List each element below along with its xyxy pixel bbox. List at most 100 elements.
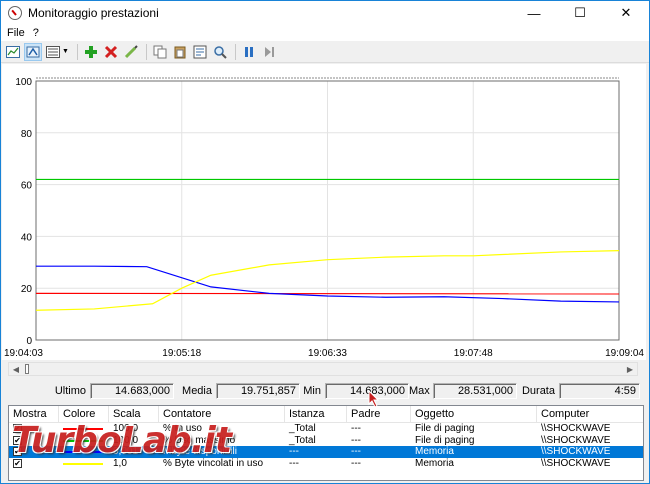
list-header: Mostra Colore Scala Contatore Istanza Pa… [9, 406, 643, 423]
stats-bar: Ultimo 14.683,000 Media 19.751,857 Min 1… [8, 382, 644, 400]
y-tick-label: 40 [21, 232, 33, 243]
duration-value: 4:59 [559, 383, 640, 399]
highlight-icon[interactable] [122, 43, 140, 61]
freeze-icon[interactable] [24, 42, 42, 61]
computer-cell: \\SHOCKWAVE [541, 446, 611, 457]
toolbar-separator [76, 43, 78, 60]
scroll-track[interactable] [23, 363, 623, 375]
col-header-counter[interactable]: Contatore [159, 406, 285, 422]
counter-cell: % Byte vincolati in uso [163, 457, 264, 469]
color-swatch [63, 451, 103, 453]
show-checkbox[interactable]: ✔ [13, 447, 22, 456]
table-row[interactable]: ✔ 0,001 Mbyte disponibili --- --- Memoria \\SH… [9, 446, 643, 458]
show-cell: ✔ [9, 435, 59, 447]
computer-cell: \\SHOCKWAVE [541, 423, 611, 434]
counter-cell: % In uso [163, 423, 202, 434]
scale-cell: 100,0 [113, 423, 139, 434]
min-label: Min [303, 385, 321, 397]
scroll-left-icon[interactable]: ◀ [9, 363, 23, 375]
mouse-cursor-icon [368, 390, 380, 408]
avg-value: 19.751,857 [216, 383, 300, 399]
add-counter-icon[interactable] [82, 43, 100, 61]
parent-cell: --- [351, 446, 361, 457]
x-tick-label: 19:04:03 [4, 348, 43, 359]
color-cell [59, 446, 109, 458]
scale-cell: 100,0 [113, 434, 139, 446]
min-value: 14.683,000 [325, 383, 409, 399]
paste-icon[interactable] [171, 43, 189, 61]
window-controls: — ☐ ✕ [511, 1, 649, 25]
avg-label: Media [182, 385, 212, 397]
scroll-right-icon[interactable]: ▶ [623, 363, 637, 375]
instance-cell: --- [289, 457, 299, 469]
scale-cell: 1,0 [113, 457, 127, 469]
color-swatch [63, 428, 103, 430]
instance-cell: _Total [289, 423, 316, 434]
properties-icon[interactable] [191, 43, 209, 61]
counter-list[interactable]: Mostra Colore Scala Contatore Istanza Pa… [8, 405, 644, 481]
col-header-color[interactable]: Colore [59, 406, 109, 422]
object-cell: File di paging [415, 423, 475, 434]
scroll-thumb[interactable] [25, 364, 29, 374]
object-cell: File di paging [415, 434, 475, 446]
scale-cell: 0,001 [113, 446, 139, 457]
time-scrollbar[interactable]: ◀ ▶ [8, 362, 638, 376]
line-chart: 100 80 60 40 20 019:04:03 19:05:18 19:06:33 19:0… [4, 77, 644, 359]
instance-cell: --- [289, 446, 299, 457]
color-swatch [63, 439, 103, 442]
menu-bar: File ? [1, 25, 649, 41]
maximize-button[interactable]: ☐ [557, 1, 603, 25]
y-tick-label: 60 [21, 181, 33, 192]
menu-file[interactable]: File [5, 27, 31, 39]
counter-cell: % Uso massimo [163, 434, 236, 446]
counter-cell: Mbyte disponibili [163, 446, 237, 457]
computer-cell: \\SHOCKWAVE [541, 434, 611, 446]
show-cell: ✔ [9, 446, 59, 458]
table-row[interactable]: ✔ 1,0 % Byte vincolati in uso --- --- Memoria… [9, 458, 643, 470]
color-cell [59, 423, 109, 435]
max-label: Max [409, 385, 430, 397]
title-bar: Monitoraggio prestazioni — ☐ ✕ [1, 1, 649, 25]
x-tick-label: 19:05:18 [162, 348, 201, 359]
duration-label: Durata [521, 385, 555, 397]
toolbar: ▼ [1, 41, 649, 63]
object-cell: Memoria [415, 457, 454, 469]
y-tick-label: 100 [15, 77, 32, 88]
show-checkbox[interactable]: ✔ [13, 435, 22, 445]
col-header-parent[interactable]: Padre [347, 406, 411, 422]
show-checkbox[interactable]: ✔ [13, 458, 22, 468]
table-row[interactable]: ✔ 100,0 % In uso _Total --- File di paging \\S… [9, 423, 643, 435]
x-tick-label: 19:09:04 [605, 348, 644, 359]
pause-icon[interactable] [240, 43, 258, 61]
col-header-object[interactable]: Oggetto [411, 406, 537, 422]
toolbar-separator [145, 43, 147, 60]
parent-cell: --- [351, 423, 361, 434]
table-row[interactable]: ✔ 100,0 % Uso massimo _Total --- File di pagi… [9, 435, 643, 447]
last-value: 14.683,000 [90, 383, 174, 399]
col-header-instance[interactable]: Istanza [285, 406, 347, 422]
instance-cell: _Total [289, 434, 316, 446]
close-button[interactable]: ✕ [603, 1, 649, 25]
performance-graph: 100 80 60 40 20 0 19:04:03 19:05:18 19:06:33 19:0… [2, 64, 646, 360]
copy-icon[interactable] [151, 43, 169, 61]
parent-cell: --- [351, 457, 361, 469]
col-header-show[interactable]: Mostra [9, 406, 59, 422]
chevron-down-icon[interactable]: ▼ [62, 48, 69, 55]
menu-help[interactable]: ? [31, 27, 45, 39]
col-header-computer[interactable]: Computer [537, 406, 643, 422]
last-label: Ultimo [54, 385, 86, 397]
zoom-icon[interactable] [211, 43, 229, 61]
col-header-scale[interactable]: Scala [109, 406, 159, 422]
step-icon[interactable] [260, 43, 278, 61]
max-value: 28.531,000 [433, 383, 517, 399]
parent-cell: --- [351, 434, 361, 446]
y-tick-label: 0 [26, 336, 32, 347]
delete-counter-icon[interactable] [102, 43, 120, 61]
series-line-0 [35, 292, 620, 295]
computer-cell: \\SHOCKWAVE [541, 457, 611, 469]
color-cell [59, 458, 109, 470]
report-icon[interactable] [44, 43, 62, 61]
show-checkbox[interactable]: ✔ [13, 424, 22, 433]
minimize-button[interactable]: — [511, 1, 557, 25]
view-graph-icon[interactable] [4, 43, 22, 61]
